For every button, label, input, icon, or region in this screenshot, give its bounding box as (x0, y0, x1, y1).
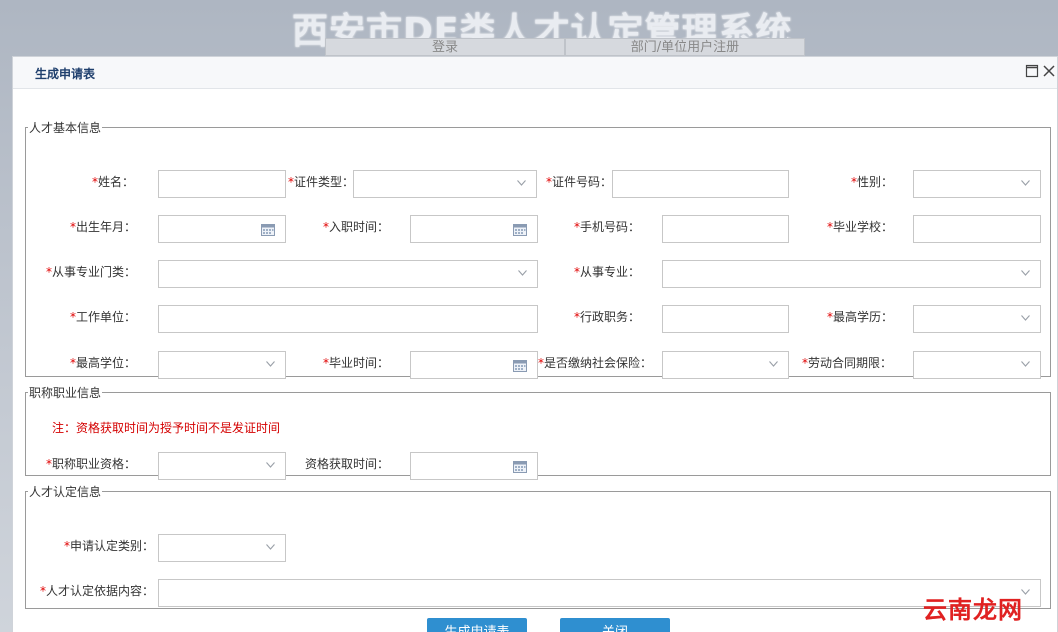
category-label: *申请认定类别： (64, 539, 155, 553)
basis-label: *人才认定依据内容： (40, 584, 155, 598)
basis-select[interactable] (158, 579, 1041, 607)
birth-label: *出生年月： (70, 220, 137, 234)
qualification-label: *职称职业资格： (46, 457, 137, 471)
chevron-down-icon (266, 361, 275, 367)
school-label: *毕业学校： (827, 220, 894, 234)
dialog-title: 生成申请表 (35, 67, 96, 81)
generate-form-dialog: 生成申请表 人才基本信息 *姓名： *证件类型： *证件号码： *性别： *出生… (12, 56, 1058, 632)
position-input[interactable] (662, 305, 789, 333)
close-button[interactable]: 关闭 (560, 618, 670, 632)
id-number-label: *证件号码： (546, 175, 613, 189)
major-category-label: *从事专业门类： (46, 265, 137, 279)
name-input[interactable] (158, 170, 286, 198)
calendar-icon[interactable] (513, 223, 527, 236)
id-type-label: *证件类型： (288, 175, 355, 189)
mobile-input[interactable] (662, 215, 789, 243)
title-info-legend: 职称职业信息 (29, 386, 102, 400)
acquisition-time-label: 资格获取时间： (305, 457, 390, 471)
employer-label: *工作单位： (70, 310, 137, 324)
entry-label: *入职时间： (323, 220, 390, 234)
chevron-down-icon (1021, 315, 1030, 321)
chevron-down-icon (1021, 270, 1030, 276)
calendar-icon[interactable] (513, 460, 527, 473)
category-select[interactable] (158, 534, 286, 562)
chevron-down-icon (1021, 180, 1030, 186)
basic-info-legend: 人才基本信息 (29, 121, 102, 135)
social-insurance-label: *是否缴纳社会保险： (538, 356, 653, 370)
employer-input[interactable] (158, 305, 538, 333)
id-type-select[interactable] (353, 170, 537, 198)
recognition-info-legend: 人才认定信息 (29, 485, 102, 499)
tab-register[interactable]: 部门/单位用户注册 (565, 38, 805, 56)
chevron-down-icon (266, 462, 275, 468)
calendar-icon[interactable] (513, 359, 527, 372)
chevron-down-icon (518, 270, 527, 276)
chevron-down-icon (769, 361, 778, 367)
chevron-down-icon (517, 180, 526, 186)
major-select[interactable] (662, 260, 1041, 288)
close-icon[interactable] (1042, 64, 1056, 78)
mobile-label: *手机号码： (574, 220, 641, 234)
calendar-icon[interactable] (261, 223, 275, 236)
major-category-select[interactable] (158, 260, 538, 288)
degree-select[interactable] (158, 351, 286, 379)
acquisition-date-input[interactable] (410, 452, 538, 480)
education-select[interactable] (913, 305, 1041, 333)
generate-button[interactable]: 生成申请表 (427, 618, 527, 632)
school-input[interactable] (913, 215, 1041, 243)
chevron-down-icon (1021, 361, 1030, 367)
degree-label: *最高学位： (70, 356, 137, 370)
name-label: *姓名： (92, 175, 135, 189)
id-number-input[interactable] (612, 170, 789, 198)
education-label: *最高学历： (827, 310, 894, 324)
dialog-header: 生成申请表 (13, 57, 1057, 89)
birth-date-input[interactable] (158, 215, 286, 243)
contract-term-label: *劳动合同期限： (802, 356, 893, 370)
grad-time-label: *毕业时间： (323, 356, 390, 370)
site-watermark: 云南龙网 (923, 595, 1023, 624)
chevron-down-icon (266, 544, 275, 550)
title-info-section: 职称职业信息 注：资格获取时间为授予时间不是发证时间 *职称职业资格： 资格获取… (25, 384, 1051, 480)
maximize-icon[interactable] (1025, 64, 1039, 78)
grad-date-input[interactable] (410, 351, 538, 379)
basic-info-section: 人才基本信息 *姓名： *证件类型： *证件号码： *性别： *出生年月： *入… (25, 119, 1051, 379)
qualification-select[interactable] (158, 452, 286, 480)
tab-login[interactable]: 登录 (325, 38, 565, 56)
recognition-info-section: 人才认定信息 *申请认定类别： *人才认定依据内容： (25, 483, 1051, 609)
major-label: *从事专业： (574, 265, 641, 279)
acquisition-time-note: 注：资格获取时间为授予时间不是发证时间 (52, 421, 281, 435)
gender-label: *性别： (851, 175, 894, 189)
entry-date-input[interactable] (410, 215, 538, 243)
position-label: *行政职务： (574, 310, 641, 324)
social-insurance-select[interactable] (662, 351, 789, 379)
contract-term-select[interactable] (913, 351, 1041, 379)
gender-select[interactable] (913, 170, 1041, 198)
